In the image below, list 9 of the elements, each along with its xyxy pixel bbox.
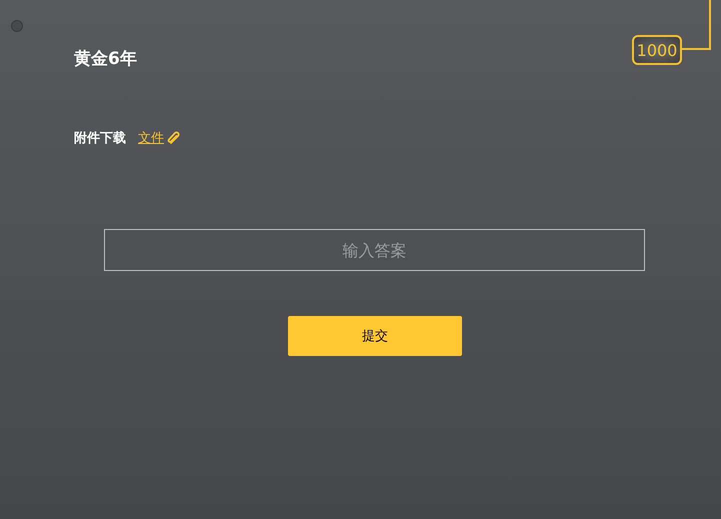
answer-field[interactable]: 输入答案 — [104, 229, 645, 271]
paperclip-icon — [167, 131, 181, 145]
puzzle-title: 黄金6年 — [74, 48, 137, 70]
file-link[interactable]: 文件 — [138, 129, 181, 147]
connector-line — [682, 0, 712, 50]
score-badge: 1000 — [632, 35, 682, 65]
status-dot — [11, 20, 23, 32]
submit-button[interactable]: 提交 — [288, 316, 462, 356]
attachment-label: 附件下载 — [74, 130, 126, 147]
